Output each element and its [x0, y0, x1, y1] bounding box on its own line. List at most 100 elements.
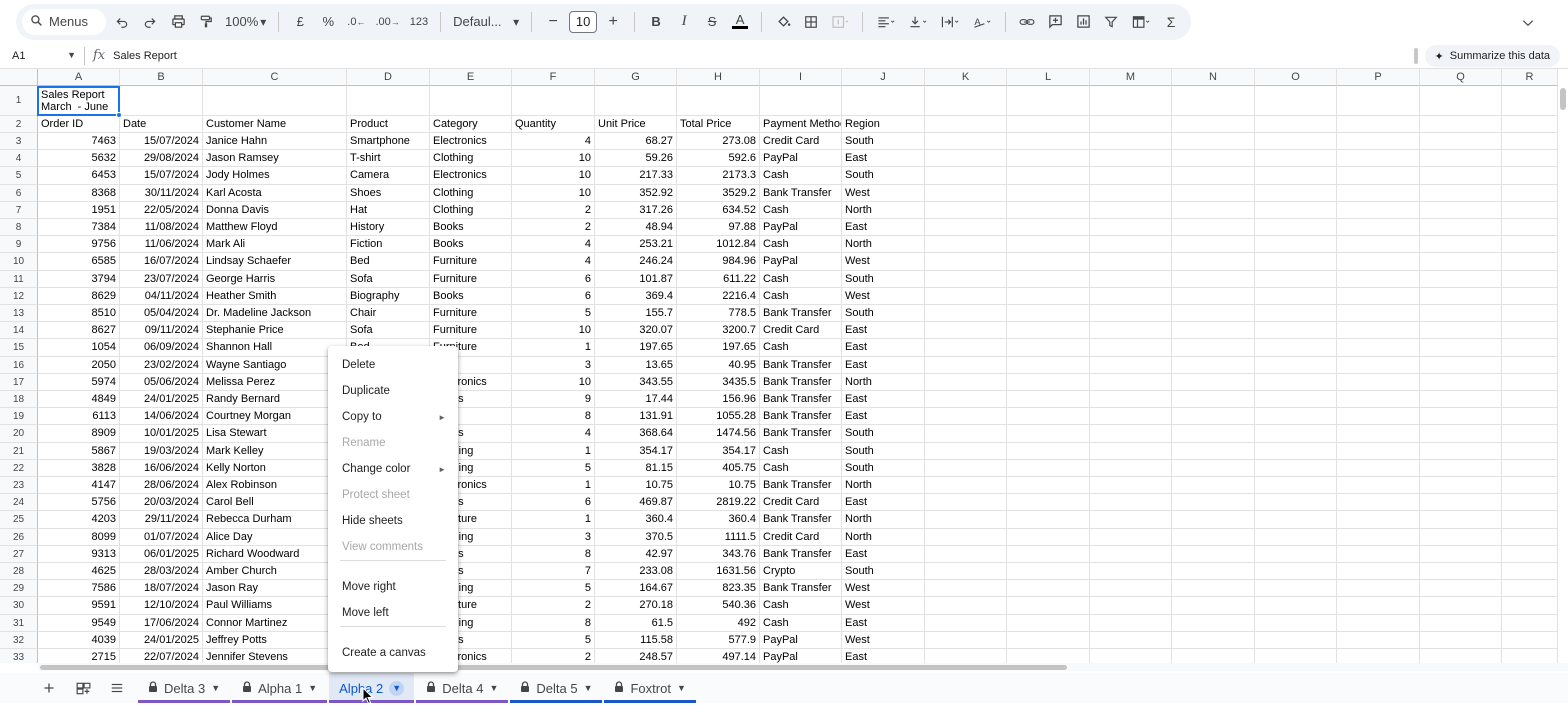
cell-e9[interactable]: Books [430, 236, 512, 254]
cell-q27[interactable] [1420, 545, 1502, 563]
cell-h33[interactable]: 497.14 [677, 649, 760, 663]
cell-f5[interactable]: 10 [512, 167, 595, 185]
cell-k30[interactable] [925, 597, 1007, 615]
sheet-tab-alpha-1[interactable]: Alpha 1 ▼ [232, 673, 328, 703]
cell-q16[interactable] [1420, 356, 1502, 374]
cell-j15[interactable]: East [842, 339, 925, 357]
cell-e6[interactable]: Clothing [430, 184, 512, 202]
cell-j19[interactable]: East [842, 408, 925, 426]
cell-n16[interactable] [1172, 356, 1255, 374]
cell-i9[interactable]: Cash [760, 236, 842, 254]
percent-format-button[interactable]: % [316, 9, 340, 35]
cell-c6[interactable]: Karl Acosta [203, 184, 347, 202]
cell-q7[interactable] [1420, 201, 1502, 219]
cell-f32[interactable]: 5 [512, 631, 595, 649]
cell-j8[interactable]: East [842, 219, 925, 237]
cell-h22[interactable]: 405.75 [677, 459, 760, 477]
cell-f14[interactable]: 10 [512, 322, 595, 340]
cell-o20[interactable] [1255, 425, 1337, 443]
cell-f21[interactable]: 1 [512, 442, 595, 460]
cell-a7[interactable]: 1951 [38, 201, 120, 219]
cell-c33[interactable]: Jennifer Stevens [203, 649, 347, 663]
row-header-29[interactable]: 29 [0, 580, 38, 598]
cell-a27[interactable]: 9313 [38, 545, 120, 563]
cell-f26[interactable]: 3 [512, 528, 595, 546]
cell-i13[interactable]: Bank Transfer [760, 305, 842, 323]
cell-j26[interactable]: North [842, 528, 925, 546]
formula-input[interactable]: Sales Report [113, 50, 177, 62]
cell-q5[interactable] [1420, 167, 1502, 185]
cell-h21[interactable]: 354.17 [677, 442, 760, 460]
cell-m13[interactable] [1090, 305, 1172, 323]
column-header-o[interactable]: O [1255, 69, 1337, 86]
sheet-tab-delta-5[interactable]: Delta 5 ▼ [510, 673, 603, 703]
cell-n9[interactable] [1172, 236, 1255, 254]
cell-c22[interactable]: Kelly Norton [203, 459, 347, 477]
cell-m6[interactable] [1090, 184, 1172, 202]
cell-m15[interactable] [1090, 339, 1172, 357]
cell-m32[interactable] [1090, 631, 1172, 649]
print-icon[interactable] [166, 9, 190, 35]
row-header-18[interactable]: 18 [0, 391, 38, 409]
cell-q9[interactable] [1420, 236, 1502, 254]
cell-o24[interactable] [1255, 494, 1337, 512]
cell-c12[interactable]: Heather Smith [203, 287, 347, 305]
sheet-tab-delta-4[interactable]: Delta 4 ▼ [416, 673, 509, 703]
cell-f3[interactable]: 4 [512, 133, 595, 151]
cell-f7[interactable]: 2 [512, 201, 595, 219]
cell-m24[interactable] [1090, 494, 1172, 512]
cell-q13[interactable] [1420, 305, 1502, 323]
cell-r8[interactable] [1502, 219, 1558, 237]
cell-f29[interactable]: 5 [512, 580, 595, 598]
cell-l10[interactable] [1007, 253, 1090, 271]
cell-d1[interactable] [347, 86, 430, 116]
cell-l24[interactable] [1007, 494, 1090, 512]
cell-q15[interactable] [1420, 339, 1502, 357]
cell-c8[interactable]: Matthew Floyd [203, 219, 347, 237]
cell-d5[interactable]: Camera [347, 167, 430, 185]
cell-j11[interactable]: South [842, 270, 925, 288]
cell-a30[interactable]: 9591 [38, 597, 120, 615]
cell-l19[interactable] [1007, 408, 1090, 426]
cell-a17[interactable]: 5974 [38, 373, 120, 391]
cell-i16[interactable]: Bank Transfer [760, 356, 842, 374]
cell-h11[interactable]: 611.22 [677, 270, 760, 288]
strikethrough-button[interactable]: S [700, 9, 724, 35]
cell-b3[interactable]: 15/07/2024 [120, 133, 203, 151]
cell-c14[interactable]: Stephanie Price [203, 322, 347, 340]
cell-a15[interactable]: 1054 [38, 339, 120, 357]
cell-k24[interactable] [925, 494, 1007, 512]
cell-g4[interactable]: 59.26 [595, 150, 677, 168]
cell-q32[interactable] [1420, 631, 1502, 649]
cell-r23[interactable] [1502, 477, 1558, 495]
column-header-l[interactable]: L [1007, 69, 1090, 86]
cell-h28[interactable]: 1631.56 [677, 563, 760, 581]
cell-f13[interactable]: 5 [512, 305, 595, 323]
cell-k1[interactable] [925, 86, 1007, 116]
cell-p3[interactable] [1337, 133, 1420, 151]
cell-n24[interactable] [1172, 494, 1255, 512]
cell-m5[interactable] [1090, 167, 1172, 185]
menu-item-create-a-canvas[interactable]: Create a canvas [328, 641, 458, 665]
cell-c27[interactable]: Richard Woodward [203, 545, 347, 563]
cell-r5[interactable] [1502, 167, 1558, 185]
cell-g20[interactable]: 368.64 [595, 425, 677, 443]
cell-h8[interactable]: 97.88 [677, 219, 760, 237]
cell-d2[interactable]: Product [347, 116, 430, 133]
cell-c21[interactable]: Mark Kelley [203, 442, 347, 460]
row-header-5[interactable]: 5 [0, 167, 38, 185]
cell-c23[interactable]: Alex Robinson [203, 477, 347, 495]
cell-g8[interactable]: 48.94 [595, 219, 677, 237]
borders-icon[interactable] [799, 9, 823, 35]
cell-b4[interactable]: 29/08/2024 [120, 150, 203, 168]
cell-k7[interactable] [925, 201, 1007, 219]
row-header-7[interactable]: 7 [0, 201, 38, 219]
menu-item-change-color[interactable]: Change color ► [328, 457, 458, 481]
cell-l28[interactable] [1007, 563, 1090, 581]
cell-l7[interactable] [1007, 201, 1090, 219]
cell-o29[interactable] [1255, 580, 1337, 598]
cell-j12[interactable]: West [842, 287, 925, 305]
cell-k26[interactable] [925, 528, 1007, 546]
number-format-button[interactable]: 123 [407, 9, 431, 35]
cell-q2[interactable] [1420, 116, 1502, 133]
